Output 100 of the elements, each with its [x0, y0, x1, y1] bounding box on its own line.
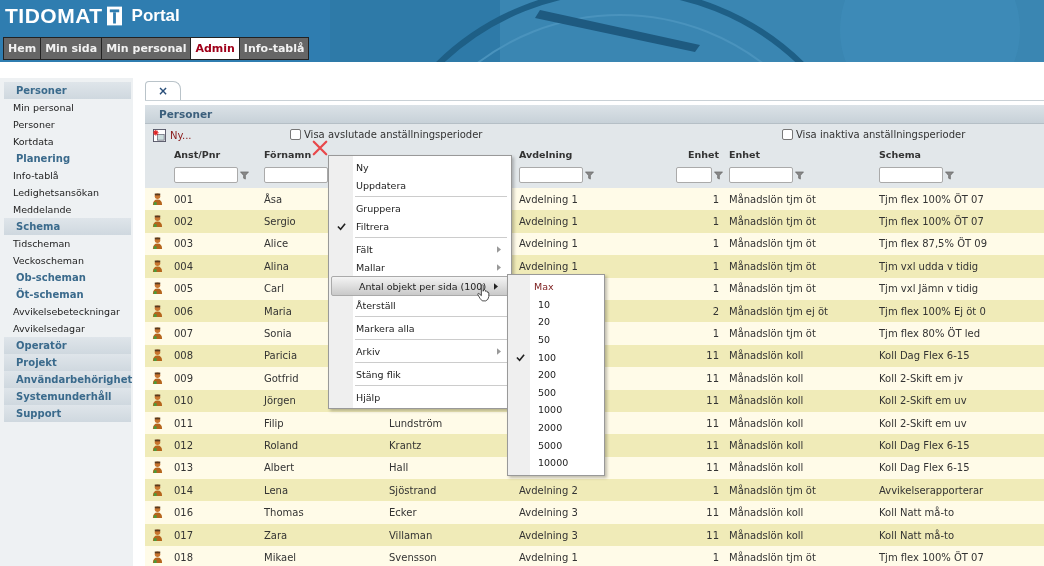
table-cell: 1: [712, 193, 719, 205]
table-row[interactable]: 017 Zara Villaman Avdelning 3 11 Månadslön koll Koll Natt må-to: [145, 523, 1044, 547]
tab[interactable]: ×: [145, 81, 181, 100]
nav-tab[interactable]: Hem: [4, 38, 42, 59]
filter-field[interactable]: [676, 167, 712, 183]
column-header[interactable]: Enhet: [688, 148, 719, 160]
column-header[interactable]: Schema: [879, 148, 921, 160]
menu-item[interactable]: Ny: [329, 158, 511, 176]
person-icon: [152, 192, 163, 206]
table-cell: Avdelning 2: [519, 484, 578, 496]
table-cell: Månadslön koll: [729, 350, 804, 362]
sidebar-section[interactable]: Support: [4, 405, 131, 422]
menu-item[interactable]: Arkiv: [329, 342, 511, 360]
column-header[interactable]: Anst/Pnr: [174, 148, 221, 160]
menu-option[interactable]: 100: [508, 348, 604, 366]
table-cell: 1: [712, 238, 719, 250]
sidebar-section[interactable]: Schema: [4, 218, 131, 235]
close-icon[interactable]: ×: [157, 84, 169, 98]
sidebar-item[interactable]: Tidscheman: [0, 235, 133, 252]
nav-tab[interactable]: Min sida: [41, 38, 103, 59]
table-cell: Tjm vxl Jämn v tidig: [879, 283, 979, 295]
sidebar-heading[interactable]: Öt-scheman: [4, 286, 131, 303]
table-cell: Koll Natt må-to: [879, 507, 955, 519]
table-cell: 003: [174, 238, 194, 250]
sidebar-item[interactable]: Avvikelsedagar: [0, 320, 133, 337]
menu-item[interactable]: Mallar: [329, 258, 511, 276]
filter-field[interactable]: [174, 167, 238, 183]
table-row[interactable]: 016 Thomas Ecker Avdelning 3 11 Månadslön koll Koll Natt må-to: [145, 501, 1044, 524]
menu-item[interactable]: Stäng flik: [329, 365, 511, 383]
table-cell: 11: [706, 372, 719, 384]
table-cell: 002: [174, 216, 194, 228]
menu-item[interactable]: Återställ: [329, 296, 511, 314]
column-header[interactable]: Förnamn: [264, 148, 312, 160]
table-row[interactable]: 014 Lena Sjöstrand Avdelning 2 1 Månadslön tjm öt Avvikelserapporterar: [145, 479, 1044, 502]
menu-option[interactable]: 2000: [508, 418, 604, 437]
filter-field[interactable]: [879, 167, 943, 183]
table-cell: 008: [174, 350, 194, 362]
menu-option[interactable]: Max: [508, 278, 604, 296]
table-cell: Avdelning 1: [519, 216, 578, 228]
sidebar-item[interactable]: Kortdata: [0, 133, 133, 150]
filter-icon[interactable]: [240, 170, 249, 180]
menu-item[interactable]: Fält: [329, 240, 511, 258]
table-cell: Avdelning 1: [519, 551, 578, 563]
nav-tab[interactable]: Info-tablå: [239, 38, 309, 59]
sidebar-section[interactable]: Operatör: [4, 337, 131, 354]
menu-item[interactable]: Filtrera: [329, 217, 511, 235]
checkbox-label: Visa inaktiva anställningsperioder: [796, 129, 966, 140]
filter-field[interactable]: [519, 167, 583, 183]
checkbox[interactable]: [782, 129, 793, 140]
sidebar-item[interactable]: Min personal: [0, 99, 133, 116]
sidebar-item[interactable]: Ledighetsansökan: [0, 184, 133, 201]
menu-option[interactable]: 500: [508, 383, 604, 402]
filter-field[interactable]: [264, 167, 328, 183]
checkbox[interactable]: [290, 129, 301, 140]
sidebar-item[interactable]: Info-tablå: [0, 167, 133, 184]
sidebar-heading[interactable]: Ob-scheman: [4, 269, 131, 286]
menu-option[interactable]: 1000: [508, 401, 604, 419]
filter-icon[interactable]: [795, 170, 804, 180]
column-header[interactable]: Enhet: [729, 148, 760, 160]
table-cell: Månadslön koll: [729, 395, 804, 407]
menu-option[interactable]: 20: [508, 313, 604, 331]
table-cell: 011: [174, 417, 194, 429]
filter-icon[interactable]: [945, 170, 954, 180]
filter-field[interactable]: [729, 167, 793, 183]
sidebar-section[interactable]: Systemunderhåll: [4, 388, 131, 405]
table-cell: Månadslön tjm öt: [729, 238, 816, 250]
new-item-icon[interactable]: [153, 128, 166, 142]
sidebar-item[interactable]: Avvikelsebeteckningar: [0, 303, 133, 320]
table-cell: Sjöstrand: [389, 484, 437, 496]
nav-tab[interactable]: Admin: [191, 38, 240, 59]
sidebar-item[interactable]: Meddelande: [0, 201, 133, 218]
sidebar-section[interactable]: Personer: [4, 82, 131, 99]
nav-tab[interactable]: Min personal: [102, 38, 192, 59]
filter-icon[interactable]: [714, 170, 723, 180]
sidebar-item[interactable]: Personer: [0, 116, 133, 133]
new-link[interactable]: Ny...: [170, 129, 192, 141]
menu-item[interactable]: Antal objekt per sida (100): [331, 276, 509, 296]
table-cell: Månadslön koll: [729, 440, 804, 451]
sidebar-item[interactable]: Veckoscheman: [0, 252, 133, 269]
table-cell: Månadslön tjm öt: [729, 328, 816, 340]
sidebar-heading[interactable]: Planering: [4, 150, 131, 167]
menu-item[interactable]: Hjälp: [329, 388, 511, 406]
menu-item[interactable]: Markera alla: [329, 319, 511, 337]
menu-option[interactable]: 200: [508, 365, 604, 384]
table-cell: Lena: [264, 484, 288, 496]
table-cell: 1: [712, 283, 719, 295]
sidebar-section[interactable]: Projekt: [4, 354, 131, 371]
person-icon: [152, 215, 163, 229]
menu-option[interactable]: 5000: [508, 436, 604, 454]
table-cell: Månadslön koll: [729, 417, 804, 429]
filter-icon[interactable]: [585, 170, 594, 180]
menu-option[interactable]: 10: [508, 295, 604, 314]
table-row[interactable]: 018 Mikael Svensson Avdelning 1 1 Månadslön tjm öt Tjm flex 100% ÖT 07: [145, 546, 1044, 566]
brand-logo: TIDOMAT: [5, 4, 103, 28]
sidebar-section[interactable]: Användarbehörighet: [4, 371, 131, 388]
table-cell: 007: [174, 328, 194, 340]
table-cell: 11: [706, 395, 719, 407]
table-cell: Månadslön tjm öt: [729, 216, 816, 228]
column-header[interactable]: Avdelning: [519, 148, 573, 160]
menu-option[interactable]: 50: [508, 330, 604, 349]
